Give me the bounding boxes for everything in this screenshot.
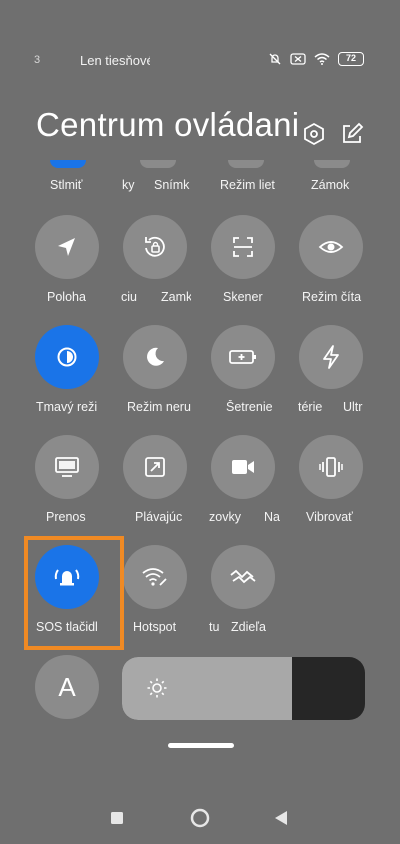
video-camera-icon <box>232 460 254 474</box>
partial-tile-screenshot[interactable] <box>140 160 176 168</box>
label-mute: Stlmiť <box>50 178 83 192</box>
partial-tile-lock[interactable] <box>314 160 350 168</box>
label-dark-mode: Tmavý reži <box>36 400 98 414</box>
share-wave-icon <box>230 569 256 584</box>
tile-share[interactable] <box>211 545 275 609</box>
mute-icon <box>268 52 282 66</box>
tile-battery-saver[interactable] <box>211 325 275 389</box>
label-share-prefix: tu <box>209 620 220 634</box>
status-icons: 72 <box>268 52 364 66</box>
label-location: Poloha <box>47 290 86 304</box>
settings-hex-icon <box>304 122 324 146</box>
scanner-icon <box>233 237 253 257</box>
label-lock: Zámok <box>311 178 350 192</box>
partial-tile-airplane[interactable] <box>228 160 264 168</box>
dark-mode-icon <box>57 347 77 367</box>
label-rotation-prefix: ciu <box>121 290 137 304</box>
label-partial-ky: ky <box>122 178 135 192</box>
eye-icon <box>318 241 344 253</box>
label-screen-rec: Na <box>264 510 280 524</box>
tile-reading-mode[interactable] <box>299 215 363 279</box>
edit-button[interactable] <box>340 122 364 146</box>
tile-floating-window[interactable] <box>123 435 187 499</box>
moon-icon <box>147 347 164 366</box>
tile-ultra-battery[interactable] <box>299 325 363 389</box>
label-reading-mode: Režim číta <box>302 290 362 304</box>
tile-vibrate[interactable] <box>299 435 363 499</box>
tile-rotation-lock[interactable] <box>123 215 187 279</box>
label-floating: Plávajúc <box>135 510 183 524</box>
label-screenshot: Snímk <box>154 178 190 192</box>
status-bar: 3 Len tiesňové 72 <box>0 52 400 74</box>
highlight-box <box>24 536 124 650</box>
tile-dark-mode[interactable] <box>35 325 99 389</box>
monitor-icon <box>55 457 79 477</box>
label-rotation: Zamk <box>161 290 191 304</box>
tile-do-not-disturb[interactable] <box>123 325 187 389</box>
lightning-icon <box>323 345 339 369</box>
label-share: Zdieľa <box>231 620 266 634</box>
location-arrow-icon <box>58 238 75 256</box>
settings-button[interactable] <box>302 122 326 146</box>
circle-icon <box>190 808 210 828</box>
tile-hotspot[interactable] <box>123 545 187 609</box>
sun-icon <box>147 678 167 698</box>
home-button[interactable] <box>190 808 210 833</box>
vibrate-icon <box>319 457 343 477</box>
label-ultra: Ultr <box>343 400 363 414</box>
status-left-glyph: 3 <box>34 54 41 66</box>
recents-button[interactable] <box>110 811 124 830</box>
label-scanner: Skener <box>223 290 263 304</box>
tile-cast[interactable] <box>35 435 99 499</box>
carrier-text: Len tiesňové <box>80 53 150 68</box>
page-title: Centrum ovládania <box>36 106 298 143</box>
home-indicator[interactable] <box>168 743 234 748</box>
tile-screen-recorder[interactable] <box>211 435 275 499</box>
brightness-slider[interactable] <box>122 657 365 720</box>
edit-icon <box>343 122 364 143</box>
partial-tile-mute[interactable] <box>50 160 86 168</box>
label-dnd: Režim neru <box>127 400 191 414</box>
no-sim-icon <box>290 53 306 65</box>
label-vibrate: Vibrovať <box>306 510 353 524</box>
label-screen-rec-prefix: zovky <box>209 510 241 524</box>
tile-location[interactable] <box>35 215 99 279</box>
label-ultra-prefix: térie <box>298 400 323 414</box>
square-icon <box>111 812 123 824</box>
back-button[interactable] <box>274 810 288 831</box>
font-size-button[interactable]: A <box>35 655 99 719</box>
back-triangle-icon <box>275 811 287 825</box>
label-hotspot: Hotspot <box>133 620 177 634</box>
wifi-icon <box>314 53 330 65</box>
battery-saver-icon <box>229 350 256 364</box>
label-airplane: Režim liet <box>220 178 275 192</box>
tile-scanner[interactable] <box>211 215 275 279</box>
battery-indicator: 72 <box>338 52 364 66</box>
rotation-lock-icon <box>145 236 165 257</box>
label-cast: Prenos <box>46 510 86 524</box>
hotspot-icon <box>142 568 167 586</box>
floating-window-icon <box>145 457 165 477</box>
label-battery-saver: Šetrenie <box>226 400 273 414</box>
